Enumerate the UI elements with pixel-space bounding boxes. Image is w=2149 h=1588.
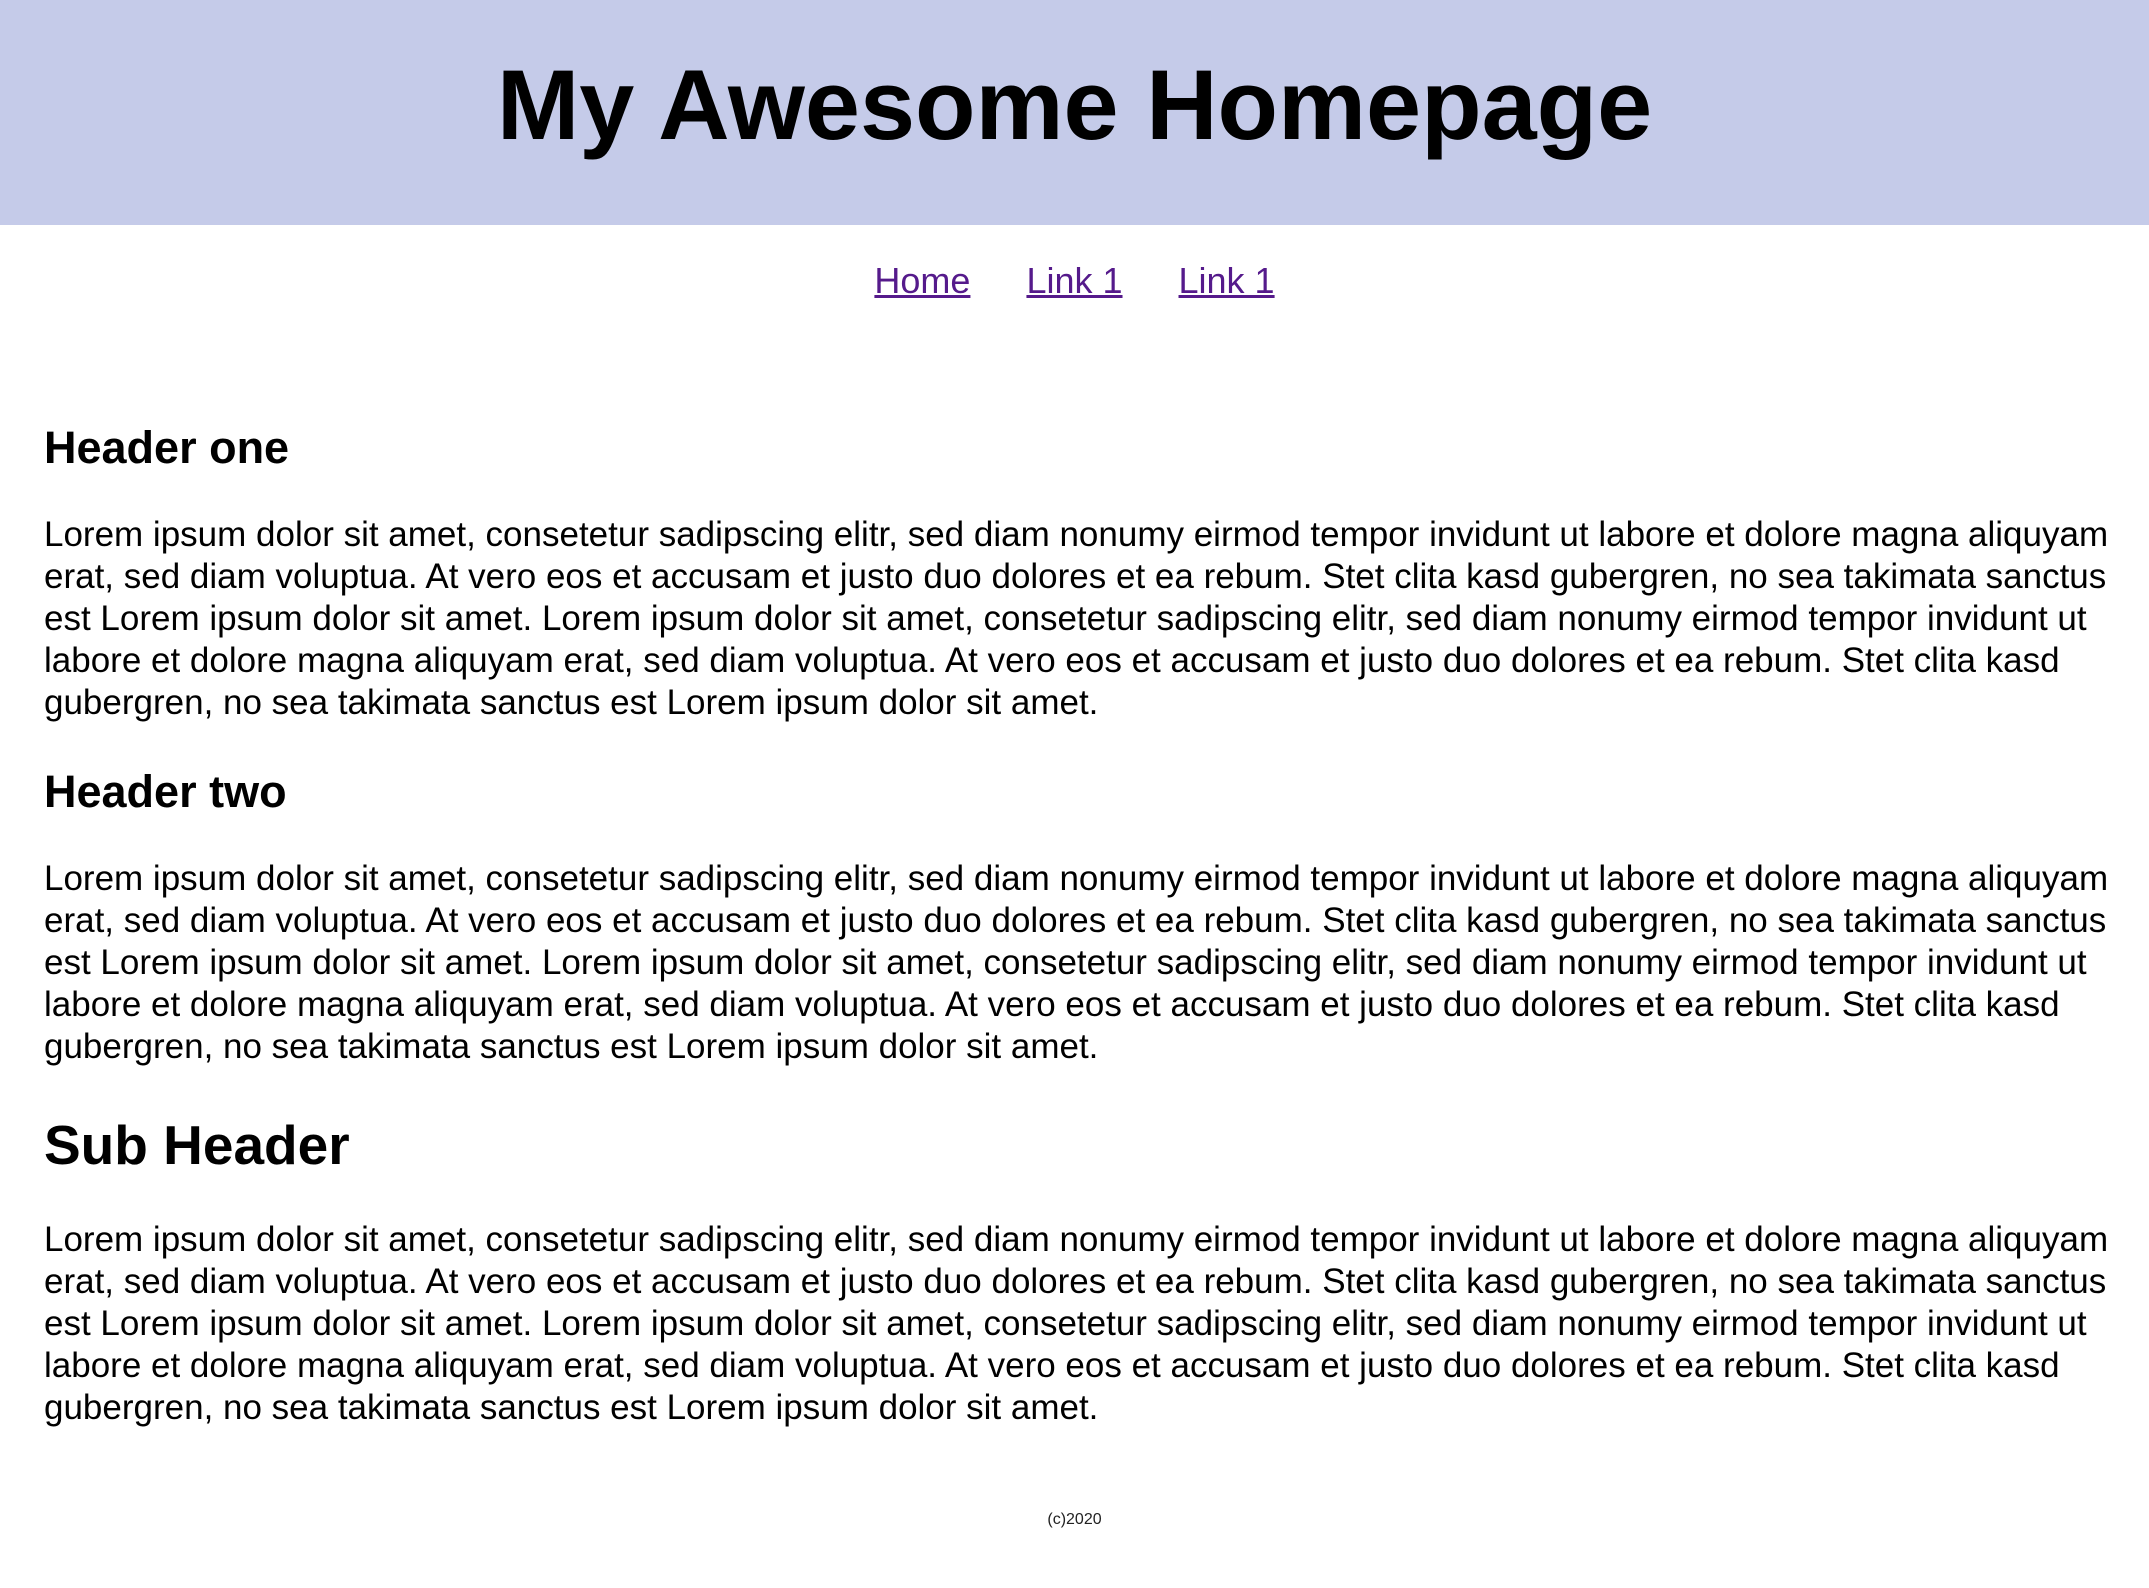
sub-header-heading: Sub Header [44,1114,350,1176]
nav-link-home[interactable]: Home [874,258,970,304]
section-paragraph-two: Lorem ipsum dolor sit amet, consetetur s… [44,859,2109,1066]
site-header: My Awesome Homepage [0,0,2149,225]
main-nav: Home Link 1 Link 1 [0,258,2149,304]
nav-link-2[interactable]: Link 1 [1179,258,1275,304]
section-heading-two: Header two [44,766,287,817]
section-heading-one: Header one [44,422,290,473]
section-paragraph-one: Lorem ipsum dolor sit amet, consetetur s… [44,515,2109,722]
site-title: My Awesome Homepage [496,49,1653,160]
copyright-text: (c)2020 [1047,1511,1102,1528]
sub-header-paragraph: Lorem ipsum dolor sit amet, consetetur s… [44,1220,2109,1427]
nav-link-1[interactable]: Link 1 [1026,258,1122,304]
site-footer: (c)2020 [0,1509,2149,1531]
